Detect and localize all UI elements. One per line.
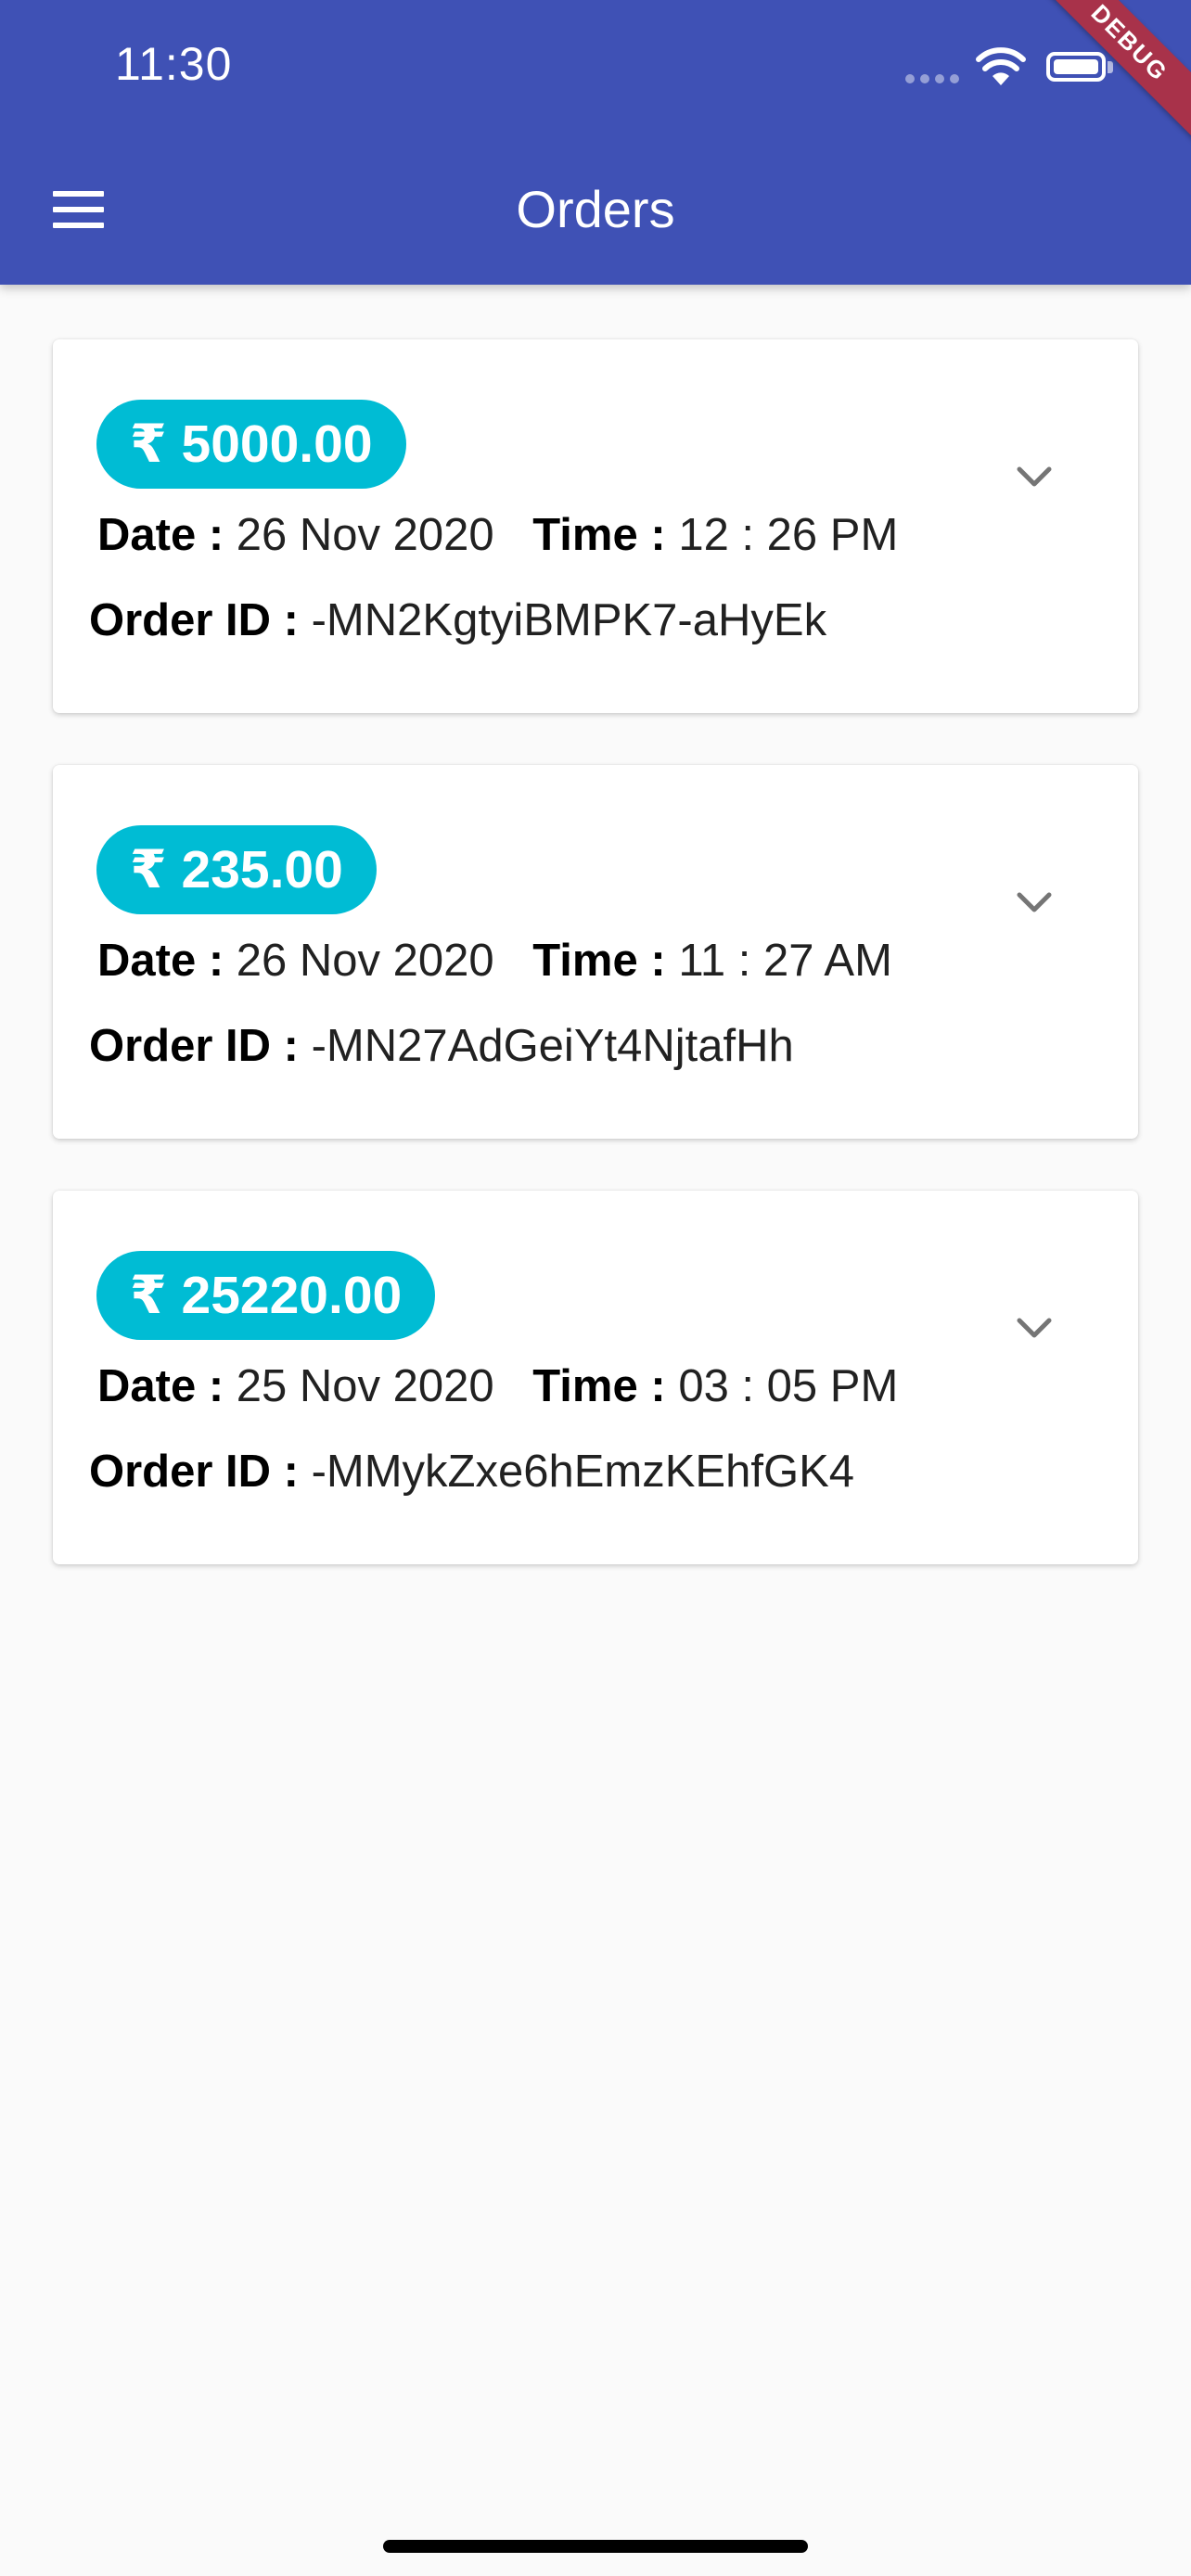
wifi-icon: [976, 47, 1026, 85]
order-date: 26 Nov 2020: [236, 510, 494, 560]
order-id: -MN27AdGeiYt4NjtafHh: [311, 1021, 794, 1071]
time-label: Time :: [532, 510, 666, 560]
order-card[interactable]: ₹ 25220.00 Date : 25 Nov 2020 Time : 03 …: [53, 1191, 1138, 1564]
cellular-signal-icon: [905, 74, 961, 83]
order-id-line: Order ID : -MN27AdGeiYt4NjtafHh: [89, 1020, 794, 1072]
battery-icon: [1046, 52, 1106, 82]
order-id: -MMykZxe6hEmzKEhfGK4: [311, 1447, 855, 1497]
date-label: Date :: [97, 510, 224, 560]
order-card[interactable]: ₹ 235.00 Date : 26 Nov 2020 Time : 11 : …: [53, 765, 1138, 1139]
order-id-line: Order ID : -MN2KgtyiBMPK7-aHyEk: [89, 594, 826, 646]
order-date-time: Date : 25 Nov 2020 Time : 03 : 05 PM: [97, 1360, 898, 1412]
date-label: Date :: [97, 936, 224, 986]
order-time: 11 : 27 AM: [678, 936, 892, 986]
order-id-label: Order ID :: [89, 595, 299, 645]
order-time: 03 : 05 PM: [678, 1361, 899, 1411]
order-date: 26 Nov 2020: [236, 936, 494, 986]
date-label: Date :: [97, 1361, 224, 1411]
page-title: Orders: [516, 180, 675, 238]
order-date-time: Date : 26 Nov 2020 Time : 11 : 27 AM: [97, 935, 892, 987]
amount-badge: ₹ 25220.00: [96, 1251, 436, 1340]
status-bar-time: 11:30: [115, 38, 233, 90]
amount-badge: ₹ 235.00: [96, 825, 377, 914]
orders-list: ₹ 5000.00 Date : 26 Nov 2020 Time : 12 :…: [53, 339, 1138, 1616]
order-date-time: Date : 26 Nov 2020 Time : 12 : 26 PM: [97, 509, 898, 561]
home-indicator[interactable]: [383, 2540, 808, 2553]
order-time: 12 : 26 PM: [678, 510, 899, 560]
order-date: 25 Nov 2020: [236, 1361, 494, 1411]
amount-badge: ₹ 5000.00: [96, 400, 406, 489]
chevron-down-icon[interactable]: [1008, 1302, 1060, 1354]
app-bar: 11:30 Orders: [0, 0, 1191, 285]
chevron-down-icon[interactable]: [1008, 876, 1060, 928]
order-id-label: Order ID :: [89, 1447, 299, 1497]
order-id: -MN2KgtyiBMPK7-aHyEk: [311, 595, 827, 645]
time-label: Time :: [532, 1361, 666, 1411]
order-id-line: Order ID : -MMykZxe6hEmzKEhfGK4: [89, 1446, 854, 1498]
order-id-label: Order ID :: [89, 1021, 299, 1071]
order-card[interactable]: ₹ 5000.00 Date : 26 Nov 2020 Time : 12 :…: [53, 339, 1138, 713]
time-label: Time :: [532, 936, 666, 986]
chevron-down-icon[interactable]: [1008, 451, 1060, 503]
